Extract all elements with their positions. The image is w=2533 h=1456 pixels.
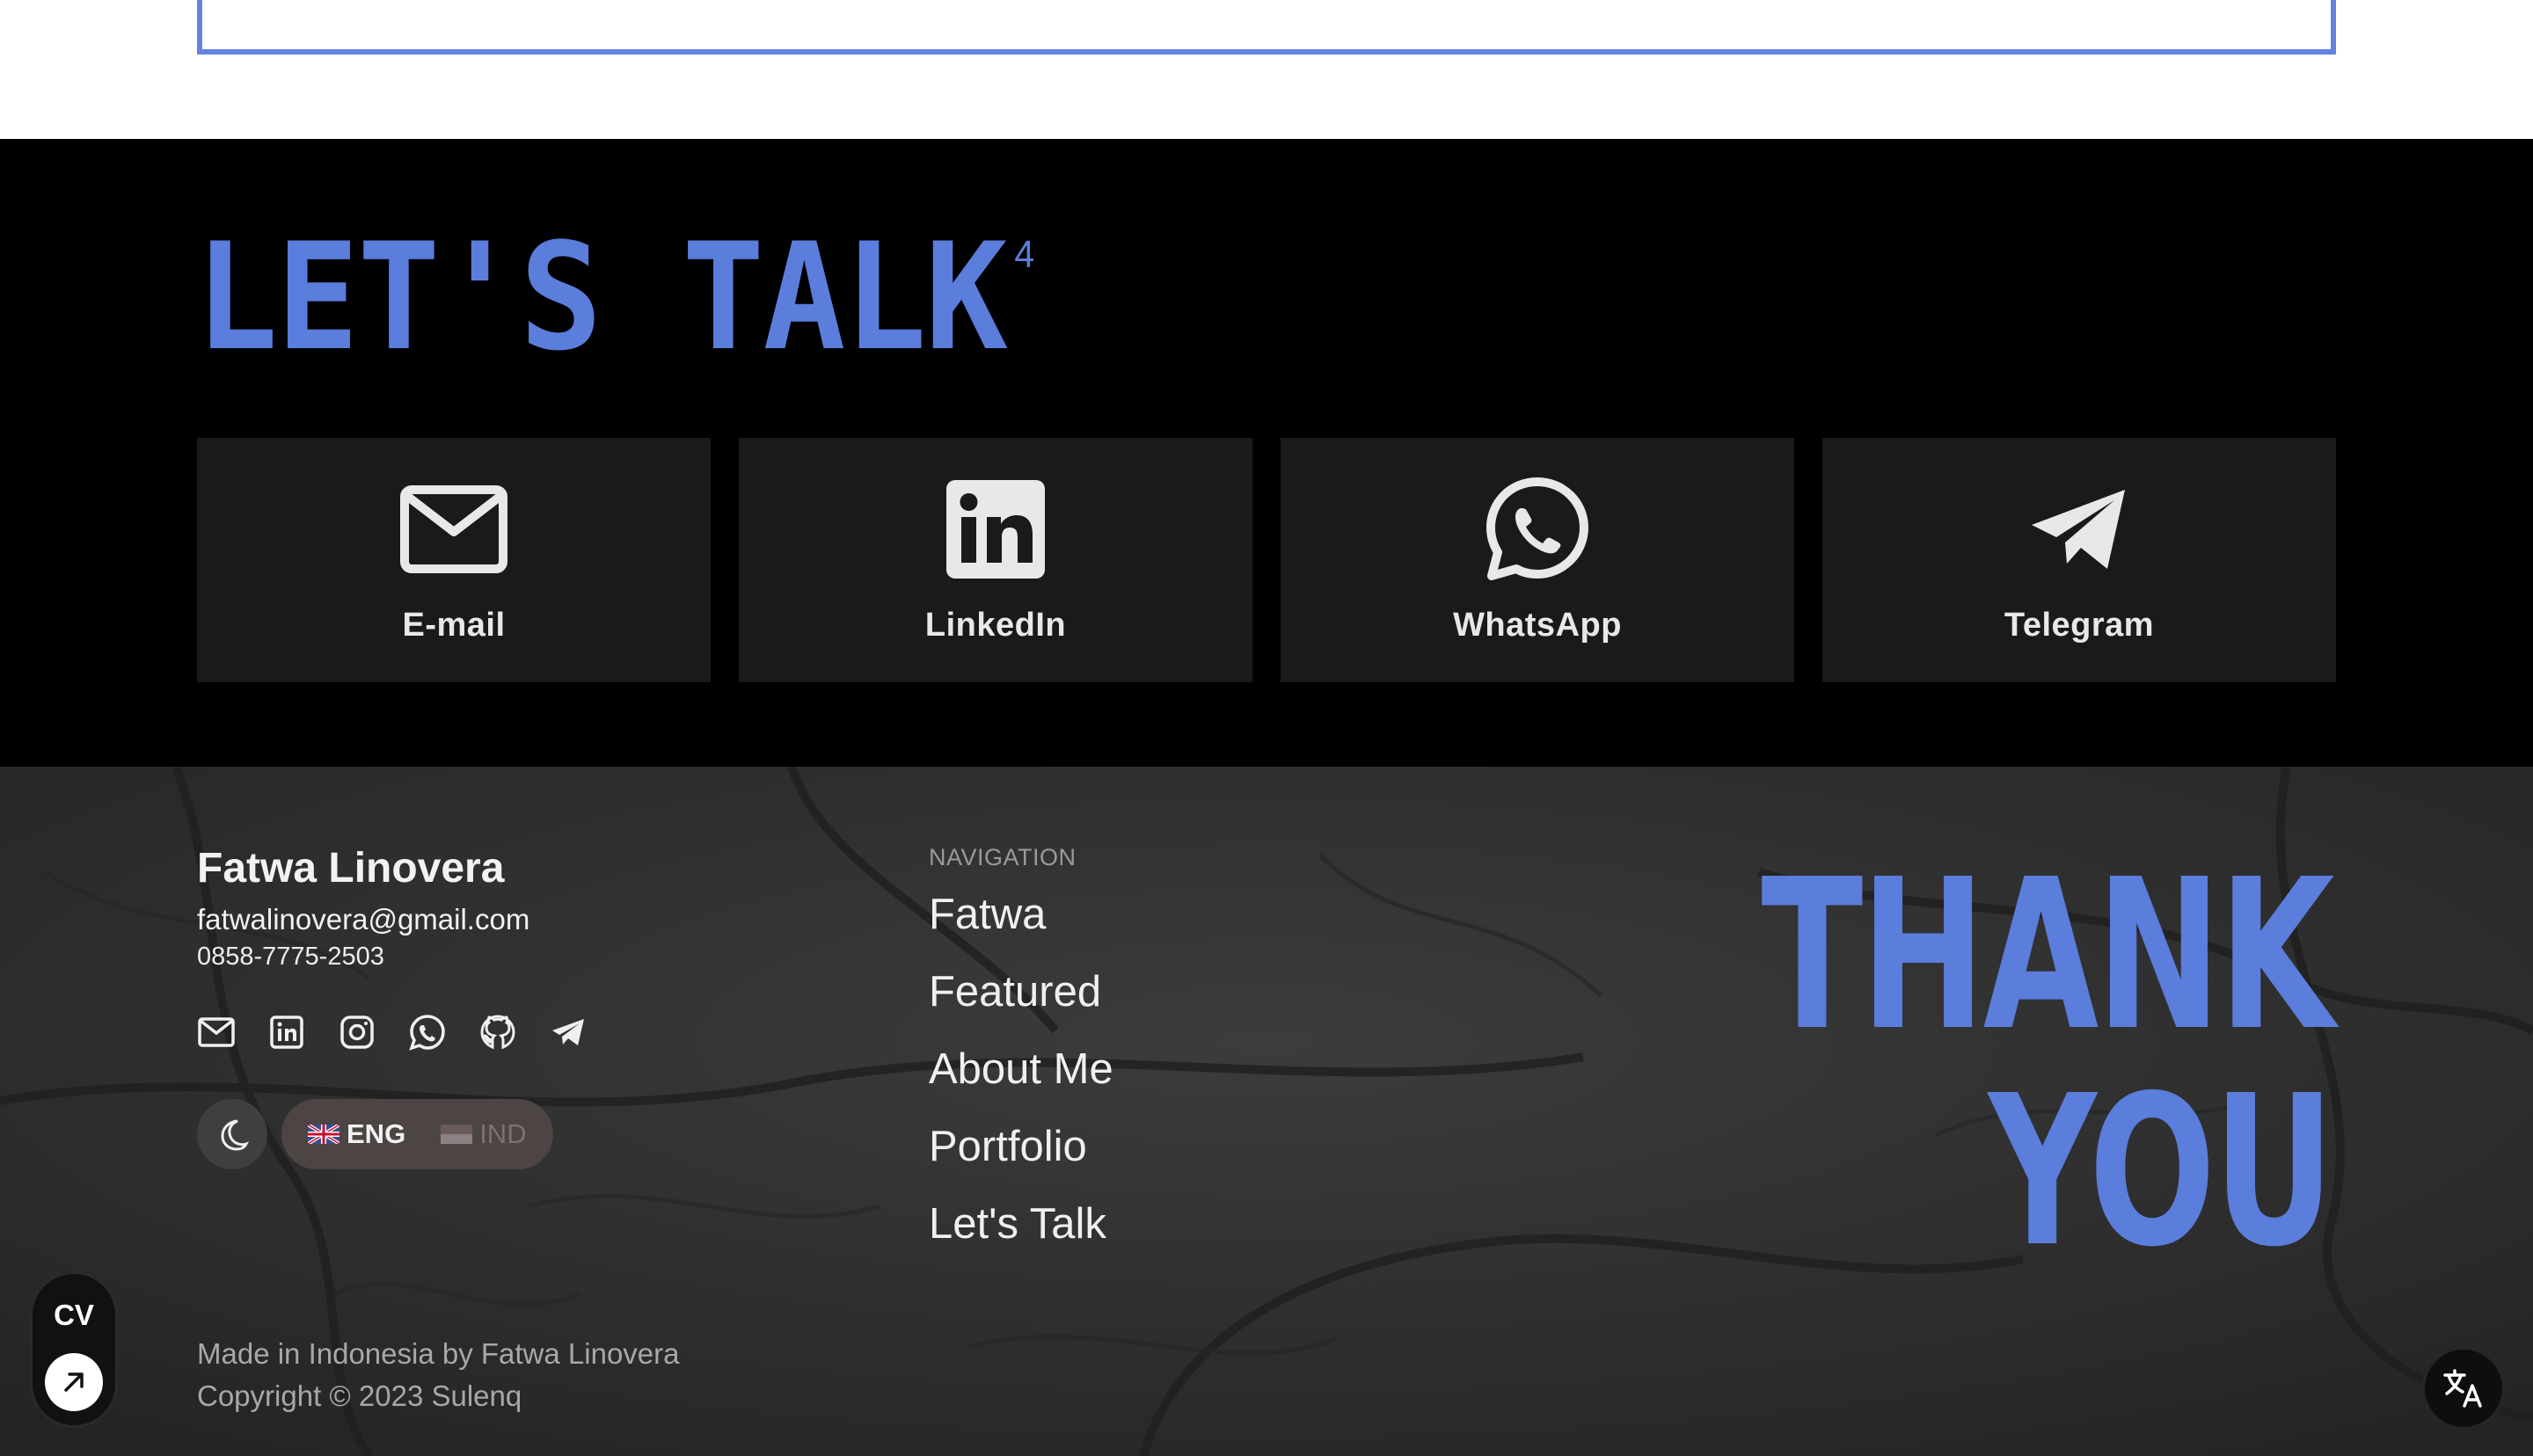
whatsapp-card[interactable]: WhatsApp (1281, 438, 1794, 682)
contact-cards: E-mail LinkedIn WhatsApp Telegram (197, 438, 2336, 682)
navigation-list: Fatwa Featured About Me Portfolio Let's … (929, 892, 1456, 1247)
footer-navigation: NAVIGATION Fatwa Featured About Me Portf… (929, 842, 1456, 1247)
language-ind-label: IND (479, 1118, 527, 1149)
footer-github-icon[interactable] (478, 1013, 517, 1052)
footer: Fatwa Linovera fatwalinovera@gmail.com 0… (0, 767, 2533, 1456)
language-switcher: ENG IND (281, 1099, 553, 1169)
cv-label: CV (54, 1299, 94, 1331)
navigation-heading: NAVIGATION (929, 844, 1077, 870)
nav-item-fatwa[interactable]: Fatwa (929, 892, 1456, 937)
lets-talk-title: LET'S TALK (195, 211, 1008, 383)
footer-contact-column: Fatwa Linovera fatwalinovera@gmail.com 0… (197, 844, 813, 1169)
footer-email[interactable]: fatwalinovera@gmail.com (197, 902, 813, 937)
nav-item-lets-talk[interactable]: Let's Talk (929, 1201, 1456, 1247)
social-links (197, 1013, 813, 1052)
footer-whatsapp-icon[interactable] (408, 1013, 447, 1052)
translate-button[interactable] (2422, 1347, 2505, 1430)
whatsapp-card-label: WhatsApp (1453, 607, 1622, 644)
language-eng-label: ENG (347, 1118, 406, 1149)
nav-item-portfolio[interactable]: Portfolio (929, 1124, 1456, 1169)
cv-download-button[interactable]: CV (30, 1271, 118, 1428)
telegram-card[interactable]: Telegram (1822, 438, 2336, 682)
nav-item-featured[interactable]: Featured (929, 969, 1456, 1015)
language-option-ind[interactable]: IND (441, 1118, 527, 1150)
lets-talk-section: LET'S TALK 4 E-mail LinkedIn WhatsApp Te… (0, 139, 2533, 767)
linkedin-card[interactable]: LinkedIn (739, 438, 1252, 682)
language-option-eng[interactable]: ENG (308, 1118, 405, 1150)
telegram-icon (2025, 475, 2134, 584)
theme-toggle-button[interactable] (197, 1099, 267, 1169)
made-in-text: Made in Indonesia by Fatwa Linovera (197, 1337, 680, 1370)
footer-telegram-icon[interactable] (549, 1013, 588, 1052)
thank-you-heading: THANK YOU (1761, 834, 2335, 1292)
email-card-label: E-mail (402, 607, 506, 644)
footer-credits: Made in Indonesia by Fatwa Linovera Copy… (197, 1333, 680, 1417)
email-card[interactable]: E-mail (197, 438, 711, 682)
you-line: YOU (1989, 1051, 2335, 1292)
indonesia-flag-icon (441, 1125, 473, 1144)
nav-item-about-me[interactable]: About Me (929, 1046, 1456, 1092)
arrow-up-right-icon (45, 1353, 103, 1411)
moon-icon (221, 1119, 249, 1151)
portfolio-frame-bottom (197, 0, 2336, 55)
footer-mail-icon[interactable] (197, 1013, 236, 1052)
copyright-text: Copyright © 2023 Sulenq (197, 1380, 522, 1412)
mail-icon (399, 475, 508, 584)
top-strip (0, 0, 2533, 139)
whatsapp-icon (1483, 475, 1592, 584)
footer-linkedin-icon[interactable] (267, 1013, 306, 1052)
linkedin-icon (941, 475, 1050, 584)
footer-phone[interactable]: 0858-7775-2503 (197, 941, 813, 972)
linkedin-card-label: LinkedIn (924, 607, 1067, 644)
translate-icon (2443, 1369, 2482, 1408)
footer-toggles: ENG IND (197, 1099, 813, 1169)
uk-flag-icon (308, 1125, 339, 1144)
section-number: 4 (1014, 233, 1035, 276)
footer-instagram-icon[interactable] (338, 1013, 376, 1052)
footer-name: Fatwa Linovera (197, 845, 505, 892)
telegram-card-label: Telegram (2004, 607, 2155, 644)
lets-talk-heading: LET'S TALK 4 (195, 211, 1035, 383)
thank-line: THANK (1761, 834, 2335, 1076)
